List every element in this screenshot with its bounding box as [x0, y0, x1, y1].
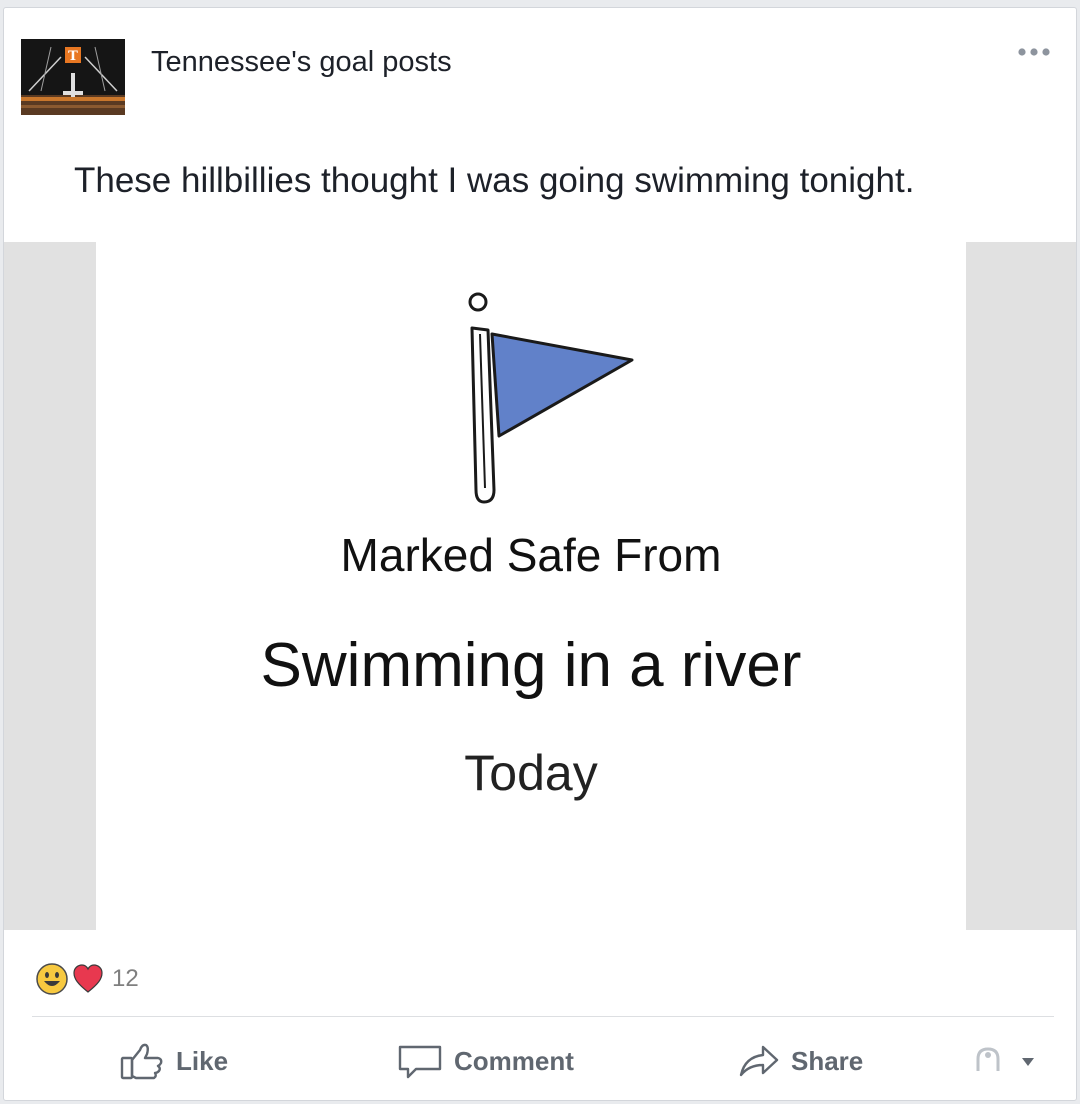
actions-divider — [32, 1016, 1054, 1017]
meme-image: Marked Safe From Swimming in a river Tod… — [96, 242, 966, 930]
haha-reaction-icon — [36, 963, 68, 995]
stadium-avatar-icon: T — [21, 39, 125, 115]
reaction-count: 12 — [112, 965, 139, 992]
post-message: These hillbillies thought I was going sw… — [74, 161, 915, 200]
event-date: Today — [464, 745, 598, 801]
page-name-link[interactable]: Tennessee's goal posts — [151, 46, 452, 79]
love-reaction-icon — [73, 964, 103, 993]
more-options-button[interactable] — [1012, 38, 1056, 66]
share-button[interactable]: Share — [737, 1038, 863, 1084]
share-arrow-icon — [739, 1045, 779, 1077]
thumbs-up-icon — [120, 1043, 163, 1080]
more-dots-icon — [1018, 48, 1050, 56]
marked-safe-heading: Marked Safe From — [340, 529, 722, 581]
like-button[interactable]: Like — [120, 1038, 228, 1084]
safe-from-event: Swimming in a river — [260, 631, 802, 700]
post-header: T Tennessee's goal posts — [4, 8, 1076, 118]
audience-selector-icon — [976, 1047, 1034, 1071]
post-image[interactable]: Marked Safe From Swimming in a river Tod… — [4, 242, 1076, 930]
safety-check-flag-icon — [468, 292, 634, 504]
avatar-letter: T — [68, 49, 78, 64]
comment-button[interactable]: Comment — [396, 1038, 574, 1084]
like-label: Like — [176, 1045, 229, 1076]
page-avatar[interactable]: T — [21, 39, 125, 115]
reactions-summary[interactable]: 12 — [36, 961, 139, 997]
share-label: Share — [791, 1045, 864, 1076]
post-card: T Tennessee's goal posts These hillbilli… — [3, 7, 1077, 1101]
comment-label: Comment — [454, 1045, 574, 1076]
audience-selector[interactable] — [964, 1038, 1038, 1084]
comment-bubble-icon — [398, 1045, 442, 1079]
